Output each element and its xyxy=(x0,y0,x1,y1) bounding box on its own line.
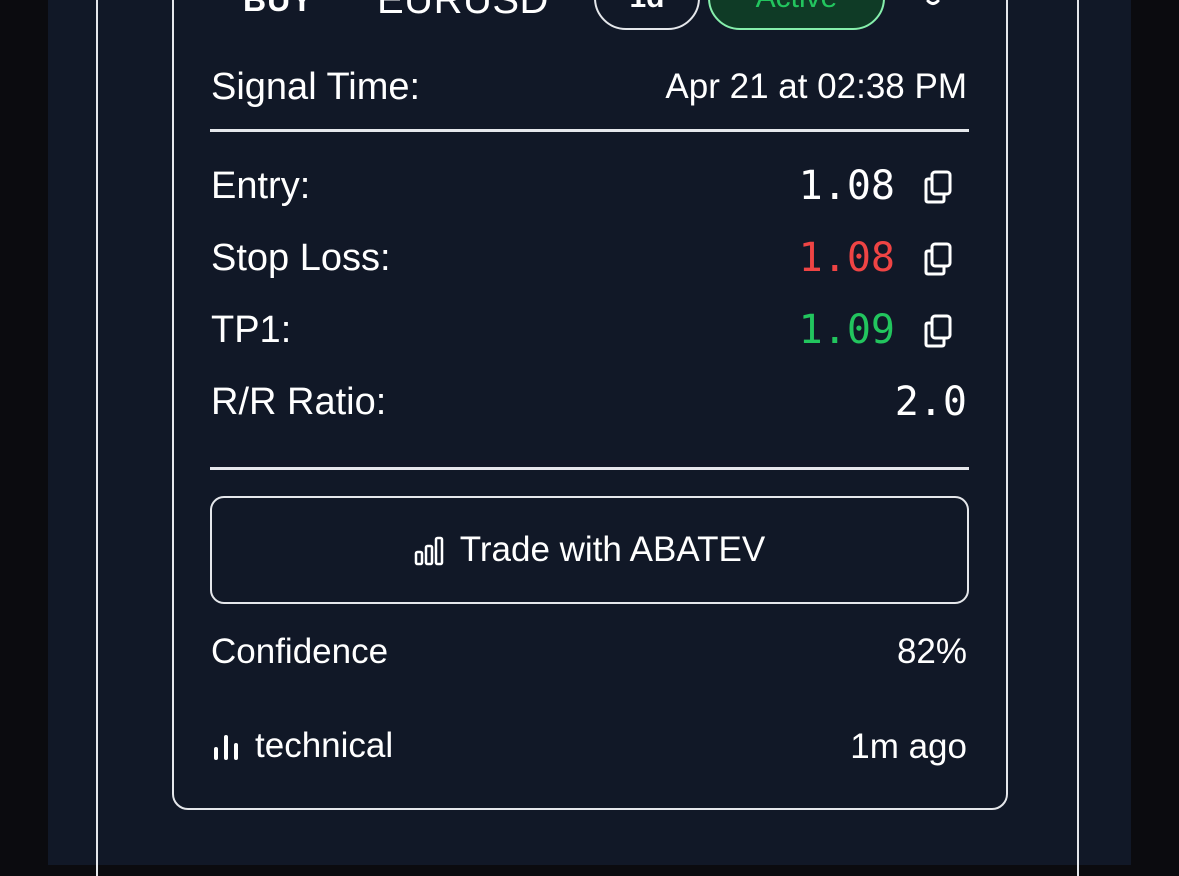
status-text: Active xyxy=(756,0,838,15)
timeframe-badge: 1d xyxy=(594,0,700,30)
signal-bars-icon xyxy=(214,735,238,760)
tp1-value: 1.09 xyxy=(798,307,895,353)
signal-side-label: BUY xyxy=(243,0,314,18)
bar-chart-icon xyxy=(414,536,444,566)
confidence-value: 82% xyxy=(896,632,967,671)
signal-time-value: Apr 21 at 02:38 PM xyxy=(665,67,967,106)
strategy-label: technical xyxy=(255,726,394,765)
stop-loss-value: 1.08 xyxy=(798,235,895,281)
confidence-label: Confidence xyxy=(211,632,389,671)
entry-label: Entry: xyxy=(211,165,311,207)
entry-value: 1.08 xyxy=(798,163,895,209)
divider-bottom xyxy=(210,467,969,470)
signal-age: 1m ago xyxy=(850,727,967,766)
trade-with-abatev-button[interactable]: Trade with ABATEV xyxy=(210,496,969,604)
bell-icon[interactable] xyxy=(914,0,952,18)
copy-tp1-icon[interactable] xyxy=(922,313,956,349)
trade-button-label: Trade with ABATEV xyxy=(459,530,766,569)
stop-loss-label: Stop Loss: xyxy=(211,237,391,279)
copy-stop-loss-icon[interactable] xyxy=(922,241,956,277)
currency-pair-title: EURUSD xyxy=(377,0,549,22)
status-badge: Active xyxy=(708,0,885,30)
signal-time-label: Signal Time: xyxy=(211,66,421,108)
timeframe-text: 1d xyxy=(629,0,664,15)
divider-top xyxy=(210,129,969,132)
tp1-label: TP1: xyxy=(211,309,292,351)
rr-ratio-value: 2.0 xyxy=(894,379,967,425)
copy-entry-icon[interactable] xyxy=(922,169,956,205)
rr-ratio-label: R/R Ratio: xyxy=(211,381,387,423)
strategy-tag: technical xyxy=(213,726,393,766)
